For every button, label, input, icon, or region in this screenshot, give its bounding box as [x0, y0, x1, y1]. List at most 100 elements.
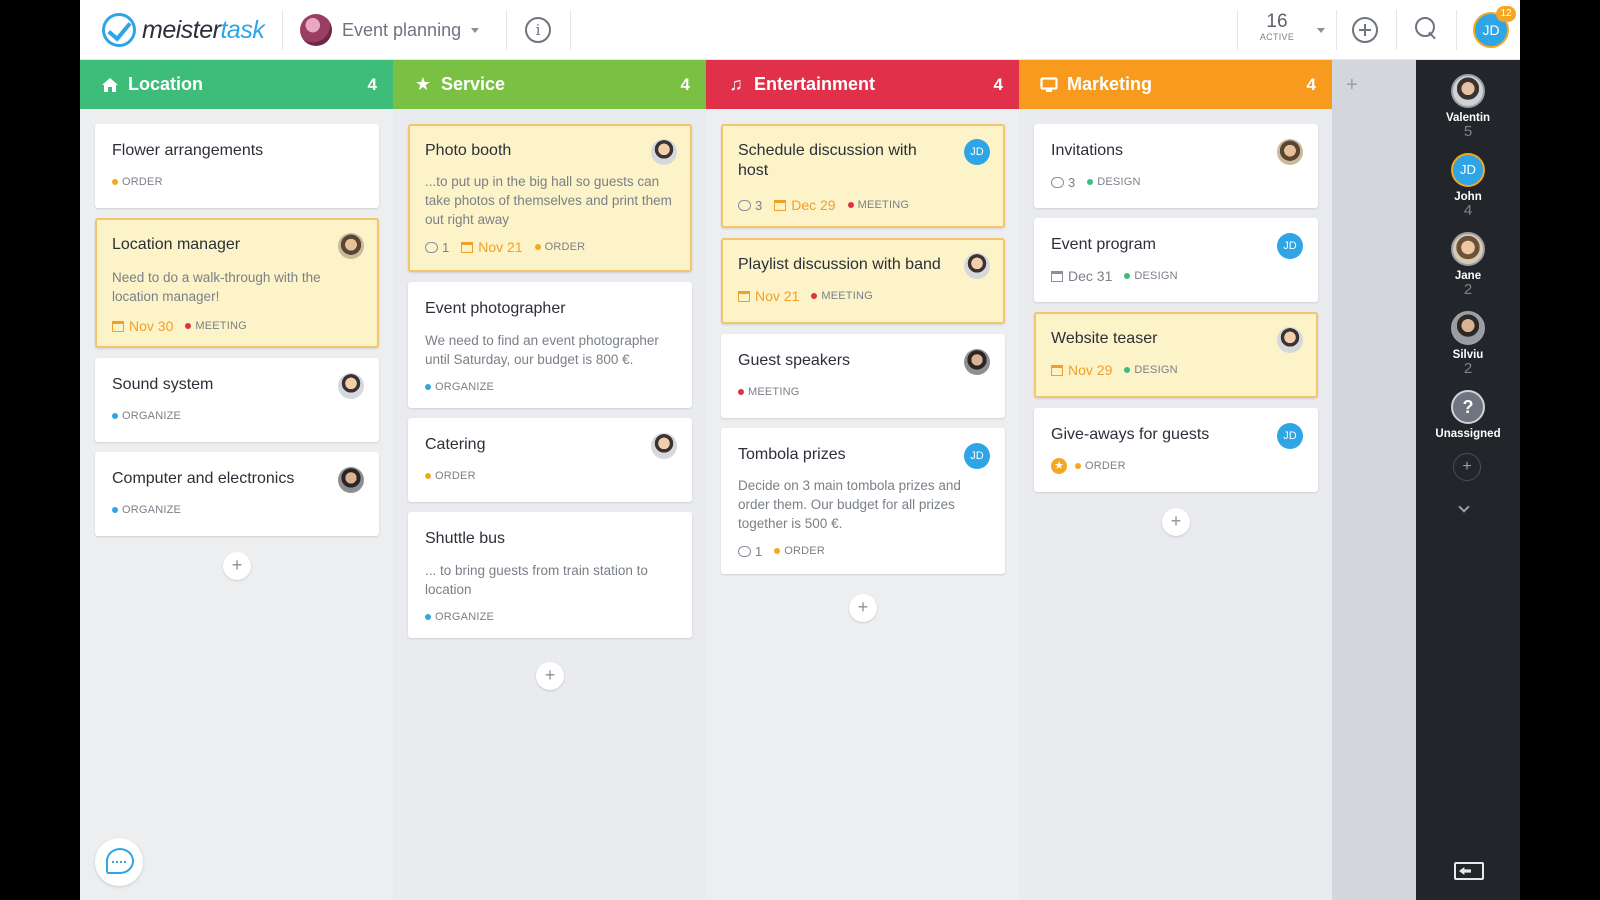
person-jane[interactable]: Jane 2 [1416, 232, 1520, 298]
collapse-sidebar-icon[interactable] [1454, 862, 1484, 880]
add-section-column: + [1332, 60, 1416, 900]
unassigned-icon: ? [1451, 390, 1485, 424]
add-person-button[interactable]: + [1453, 453, 1481, 481]
active-tasks-filter[interactable]: 16 ACTIVE [1252, 11, 1302, 43]
column-header[interactable]: Location 4 [80, 60, 393, 109]
person-valentin[interactable]: Valentin 5 [1416, 74, 1520, 140]
task-title: Playlist discussion with band [738, 256, 941, 273]
task-title: Guest speakers [738, 352, 851, 369]
chevron-down-icon[interactable] [1458, 501, 1470, 513]
assignee-avatar: JD [1277, 423, 1303, 449]
top-bar: meistertask Event planning i 16 ACTIVE J… [80, 0, 1520, 60]
task-card[interactable]: Location manager Need to do a walk-throu… [95, 218, 379, 348]
chevron-down-icon[interactable] [1317, 28, 1325, 33]
tag-dot [112, 179, 118, 185]
assignee-avatar [338, 373, 364, 399]
task-card[interactable]: Schedule discussion with host JD 3 Dec 2… [721, 124, 1005, 228]
add-task-button[interactable]: + [223, 552, 251, 580]
info-icon[interactable]: i [525, 17, 551, 43]
task-card[interactable]: Event program JD Dec 31 DESIGN [1034, 218, 1318, 302]
tag-dot [112, 413, 118, 419]
task-title: Website teaser [1051, 330, 1158, 347]
meistertask-logo[interactable]: meistertask [102, 12, 265, 48]
task-description: We need to find an event photographer un… [425, 333, 659, 367]
task-card[interactable]: Website teaser Nov 29 DESIGN [1034, 312, 1318, 398]
tag-dot [425, 614, 431, 620]
avatar [1451, 232, 1485, 266]
tag-dot [1124, 367, 1131, 373]
home-icon [100, 75, 120, 95]
task-card[interactable]: Flower arrangements ORDER [95, 124, 379, 208]
task-card[interactable]: Photo booth ...to put up in the big hall… [408, 124, 692, 272]
task-card[interactable]: Computer and electronics ORGANIZE [95, 452, 379, 536]
add-task-button[interactable]: + [849, 594, 877, 622]
notification-badge[interactable]: 12 [1496, 6, 1516, 22]
logo-text-1: meister [142, 15, 221, 44]
divider [506, 10, 507, 50]
assignee-avatar [338, 233, 364, 259]
tag-dot [847, 202, 854, 208]
search-icon[interactable] [1415, 17, 1439, 41]
due-date: Nov 21 [755, 288, 800, 304]
task-card[interactable]: Give-aways for guests JD ★ ORDER [1034, 408, 1318, 492]
person-john[interactable]: JD John 4 [1416, 153, 1520, 219]
column-service: ★ Service 4 Photo booth ...to put up in … [393, 60, 706, 900]
column-title: Entertainment [754, 74, 876, 94]
chevron-down-icon [471, 27, 480, 33]
task-card[interactable]: Playlist discussion with band Nov 21 MEE… [721, 238, 1005, 324]
monitor-icon [1039, 75, 1059, 95]
due-date: Nov 21 [478, 239, 523, 255]
task-tag: ORDER [122, 176, 163, 188]
task-card[interactable]: Shuttle bus ... to bring guests from tra… [408, 512, 692, 638]
comment-icon [425, 241, 438, 253]
column-header[interactable]: ♫ Entertainment 4 [706, 60, 1019, 109]
column-header[interactable]: Marketing 4 [1019, 60, 1332, 109]
tag-dot [425, 384, 431, 390]
assignee-avatar [964, 349, 990, 375]
star-icon: ★ [1051, 458, 1067, 474]
tag-dot [738, 389, 744, 395]
music-note-icon: ♫ [729, 74, 743, 94]
add-section-button[interactable]: + [1346, 74, 1358, 97]
task-card[interactable]: Guest speakers MEETING [721, 334, 1005, 418]
column-header[interactable]: ★ Service 4 [393, 60, 706, 109]
person-task-count: 4 [1463, 202, 1473, 219]
person-unassigned[interactable]: ? Unassigned [1416, 390, 1520, 440]
task-tag: ORGANIZE [435, 611, 495, 623]
add-task-button[interactable]: + [1162, 508, 1190, 536]
project-name: Event planning [342, 19, 462, 40]
task-description: Need to do a walk-through with the locat… [112, 270, 321, 304]
calendar-icon [774, 199, 787, 211]
task-tag: MEETING [821, 290, 873, 302]
task-card[interactable]: Tombola prizes JD Decide on 3 main tombo… [721, 428, 1005, 574]
column-title: Location [128, 74, 203, 94]
task-card[interactable]: Invitations 3 DESIGN [1034, 124, 1318, 208]
comment-icon [1051, 176, 1064, 188]
add-task-button[interactable]: + [536, 662, 564, 690]
task-tag: ORGANIZE [122, 504, 182, 516]
logo-text-2: task [220, 15, 265, 44]
help-chat-icon[interactable] [95, 838, 143, 886]
task-card[interactable]: Sound system ORGANIZE [95, 358, 379, 442]
column-location: Location 4 Flower arrangements ORDER Loc… [80, 60, 393, 900]
person-task-count: 5 [1463, 123, 1473, 140]
active-count: 16 [1266, 11, 1288, 32]
calendar-icon [112, 320, 124, 332]
assignee-avatar: JD [1277, 233, 1303, 259]
avatar: JD [1451, 153, 1485, 187]
task-description: ...to put up in the big hall so guests c… [425, 174, 672, 227]
project-selector[interactable]: Event planning [300, 12, 480, 48]
task-tag: ORDER [435, 470, 476, 482]
tag-dot [425, 473, 431, 479]
task-title: Sound system [112, 376, 214, 393]
calendar-icon [1051, 364, 1063, 376]
logo-wordmark: meistertask [142, 15, 265, 45]
person-silviu[interactable]: Silviu 2 [1416, 311, 1520, 377]
add-task-icon[interactable] [1352, 17, 1378, 43]
task-card[interactable]: Event photographer We need to find an ev… [408, 282, 692, 408]
divider [1396, 10, 1397, 50]
calendar-icon [738, 290, 750, 302]
task-title: Give-aways for guests [1051, 426, 1210, 443]
task-card[interactable]: Catering ORDER [408, 418, 692, 502]
divider [1456, 10, 1457, 50]
